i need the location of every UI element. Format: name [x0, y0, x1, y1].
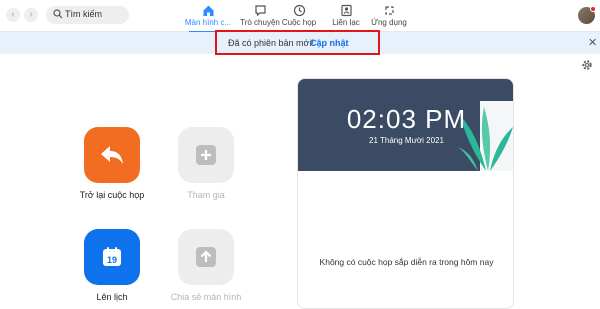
- tab-meetings[interactable]: Cuộc họp: [272, 4, 326, 30]
- search-placeholder: Tìm kiếm: [65, 9, 102, 19]
- close-icon[interactable]: ✕: [588, 36, 597, 49]
- return-to-meeting-button[interactable]: [84, 127, 140, 183]
- calendar-icon: 19: [103, 247, 121, 266]
- clock-header: 02:03 PM 21 Tháng Mười 2021: [298, 79, 513, 171]
- notification-dot: [590, 6, 596, 12]
- return-arrow-icon: [101, 146, 123, 164]
- current-time: 02:03 PM: [346, 104, 467, 134]
- chat-icon: [254, 5, 266, 17]
- update-banner: Đã có phiên bản mới! Cập nhật ✕: [0, 30, 600, 55]
- schedule-label: Lên lịch: [96, 292, 128, 302]
- tab-apps[interactable]: Ứng dụng: [362, 4, 416, 30]
- home-icon: [203, 5, 213, 16]
- clock-icon: [293, 4, 305, 17]
- banner-message: Đã có phiên bản mới!: [228, 38, 314, 48]
- contact-icon: [340, 4, 352, 17]
- join-button[interactable]: [178, 127, 234, 183]
- update-link[interactable]: Cập nhật: [310, 38, 349, 48]
- schedule-button[interactable]: 19: [84, 229, 140, 285]
- return-to-meeting-label: Trở lại cuộc họp: [79, 190, 145, 200]
- back-arrow-icon[interactable]: ‹: [6, 8, 20, 22]
- avatar[interactable]: [578, 6, 596, 24]
- tab-label: Cuộc họp: [281, 18, 317, 27]
- plus-icon: [196, 145, 216, 165]
- tab-label: Ứng dụng: [371, 18, 407, 27]
- no-meetings-message: Không có cuộc họp sắp diễn ra trong hôm …: [319, 257, 494, 267]
- current-date: 21 Tháng Mười 2021: [369, 136, 444, 145]
- apps-icon: [384, 6, 394, 15]
- share-screen-label: Chia sẻ màn hình: [170, 292, 242, 302]
- search-input[interactable]: Tìm kiếm: [46, 6, 129, 24]
- forward-arrow-icon[interactable]: ›: [24, 8, 38, 22]
- calendar-day: 19: [107, 255, 117, 265]
- tab-label: Màn hình c...: [184, 18, 232, 27]
- tab-home[interactable]: Màn hình c...: [181, 4, 235, 33]
- share-upload-icon: [196, 247, 216, 267]
- top-bar: ‹ › Tìm kiếm Màn hình c... Trò chuyện Cu…: [0, 0, 600, 33]
- join-label: Tham gia: [187, 190, 225, 200]
- search-icon: [53, 9, 63, 19]
- gear-icon[interactable]: [581, 59, 593, 71]
- meetings-panel: 02:03 PM 21 Tháng Mười 2021 Không có cuộ…: [297, 78, 514, 309]
- share-screen-button[interactable]: [178, 229, 234, 285]
